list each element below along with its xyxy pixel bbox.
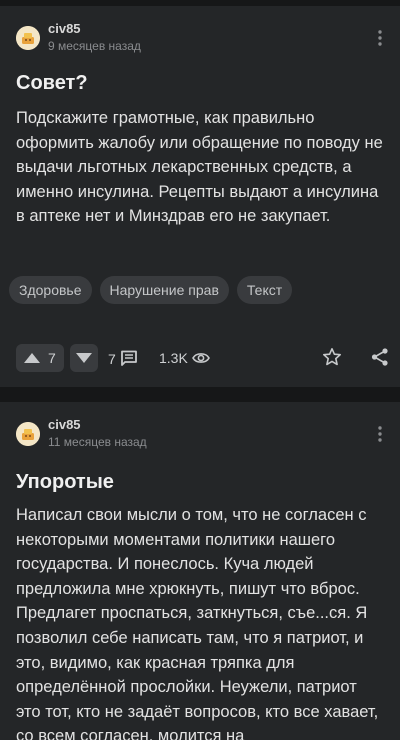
post-header: civ85 11 месяцев назад — [16, 416, 384, 452]
kebab-menu-icon — [378, 30, 382, 46]
post-time: 11 месяцев назад — [48, 435, 147, 449]
rating-count: 7 — [48, 350, 56, 366]
post-title[interactable]: Упоротые — [16, 471, 114, 494]
views-count: 1.3K — [159, 350, 188, 366]
triangle-down-icon — [76, 353, 92, 363]
upvote-button[interactable]: 7 — [16, 344, 64, 372]
avatar-image-icon — [16, 26, 40, 50]
comment-icon — [120, 350, 137, 366]
post-menu-button[interactable] — [370, 422, 390, 446]
post-card: civ85 11 месяцев назад Упоротые Написал … — [0, 402, 400, 740]
post-menu-button[interactable] — [370, 26, 390, 50]
post-time: 9 месяцев назад — [48, 39, 141, 53]
downvote-button[interactable] — [70, 344, 98, 372]
author-avatar[interactable] — [16, 422, 40, 446]
post-header: civ85 9 месяцев назад — [16, 20, 384, 56]
eye-icon — [191, 353, 210, 363]
author-name[interactable]: civ85 — [48, 417, 81, 432]
views-indicator: 1.3K — [159, 350, 210, 366]
tag-chip[interactable]: Нарушение прав — [99, 276, 229, 304]
share-icon — [371, 348, 388, 366]
comments-button[interactable]: 7 — [108, 350, 138, 367]
post-feed: civ85 9 месяцев назад Совет? Подскажите … — [0, 0, 400, 740]
avatar-image-icon — [16, 422, 40, 446]
star-icon — [323, 348, 341, 366]
post-actions: 7 7 1.3K — [0, 342, 400, 374]
kebab-menu-icon — [378, 426, 382, 442]
post-body: Подскажите грамотные, как правильно офор… — [16, 109, 383, 226]
triangle-up-icon — [24, 353, 40, 363]
share-button[interactable] — [370, 347, 390, 372]
tag-chip[interactable]: Текст — [236, 276, 293, 304]
author-name[interactable]: civ85 — [48, 21, 81, 36]
post-title[interactable]: Совет? — [16, 72, 88, 95]
tag-chip[interactable]: Здоровье — [9, 276, 92, 304]
post-card: civ85 9 месяцев назад Совет? Подскажите … — [0, 6, 400, 387]
tag-list: Здоровье Нарушение прав Текст — [9, 276, 293, 304]
post-body: Написал свои мысли о том, что не согласе… — [16, 506, 379, 740]
save-button[interactable] — [322, 347, 342, 372]
author-avatar[interactable] — [16, 26, 40, 50]
comments-count: 7 — [108, 350, 116, 367]
